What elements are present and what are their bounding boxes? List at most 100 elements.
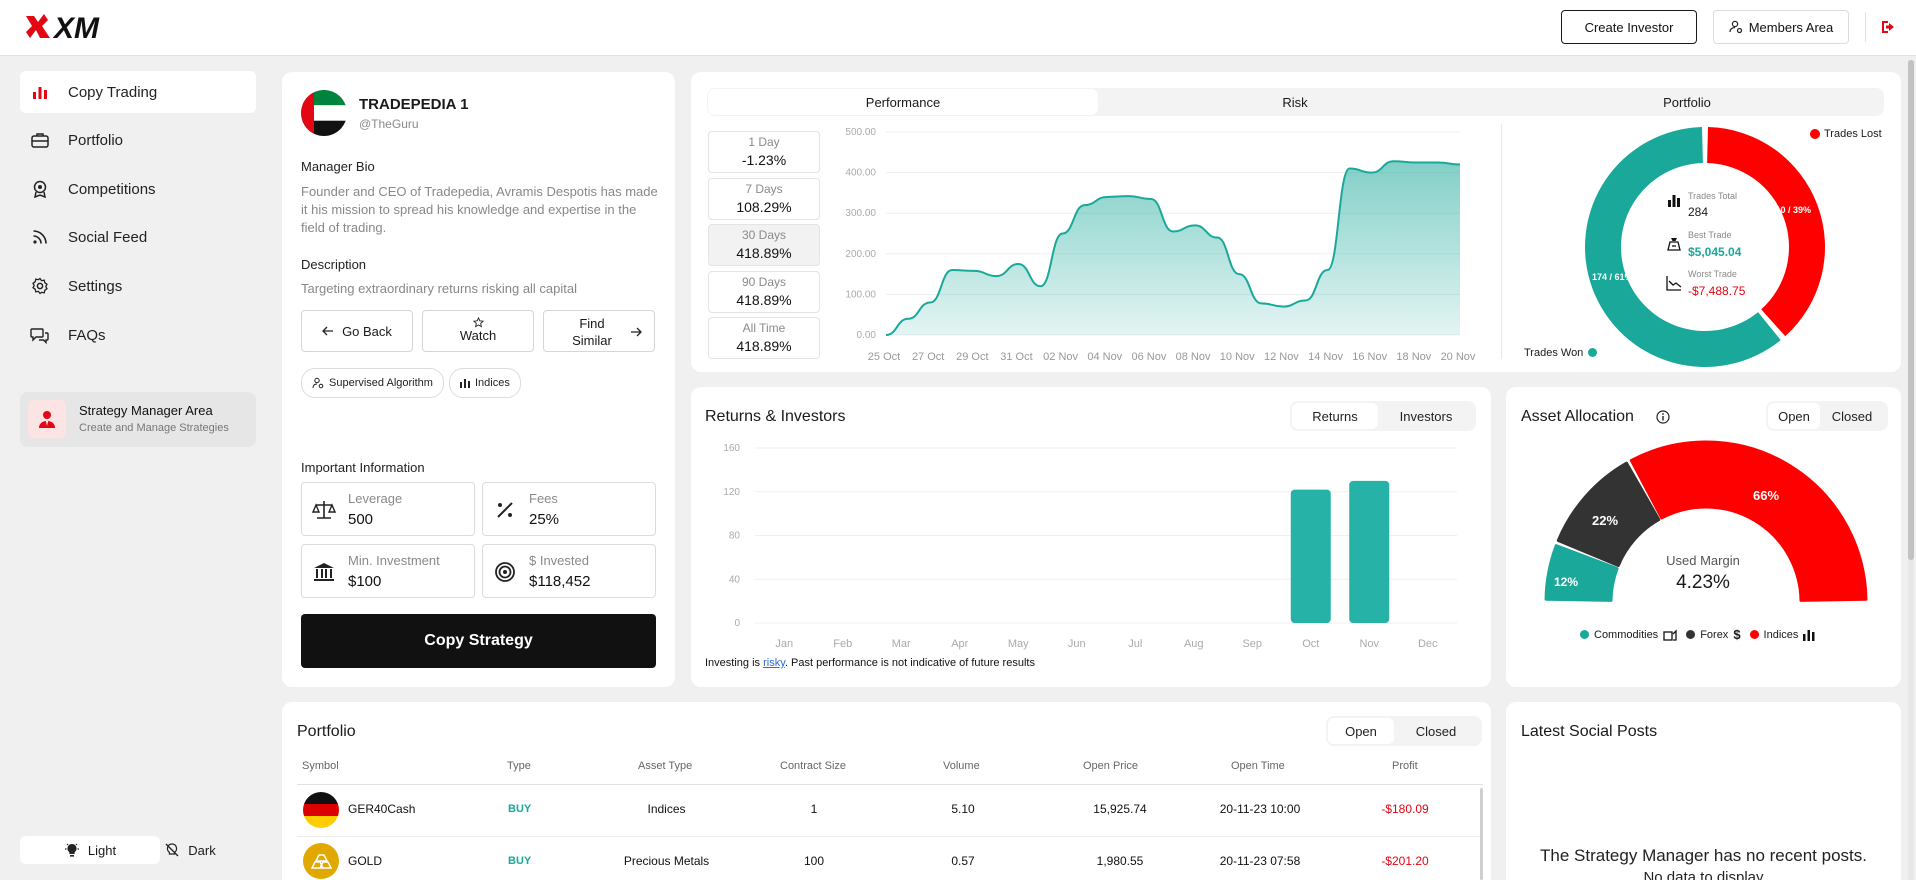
dark-label: Dark (188, 842, 216, 858)
sidebar-item-competitions[interactable]: Competitions (20, 168, 256, 210)
scale-icon (312, 498, 336, 522)
logout-icon[interactable] (1880, 18, 1898, 36)
column-header[interactable]: Open Price (1083, 760, 1138, 772)
column-header[interactable]: Contract Size (780, 760, 846, 772)
watch-button[interactable]: Watch (422, 310, 534, 352)
dark-theme-button[interactable]: Dark (140, 836, 240, 864)
column-header[interactable]: Symbol (302, 760, 339, 772)
bio-heading: Manager Bio (301, 159, 375, 174)
tab-closed[interactable]: Closed (1394, 718, 1478, 744)
allocation-legend: Commodities Forex $ Indices (1580, 627, 1815, 642)
tab-open[interactable]: Open (1768, 403, 1820, 429)
row-symbol: GOLD (348, 854, 383, 868)
y-tick-label: 120 (723, 487, 740, 498)
tab-portfolio[interactable]: Portfolio (1492, 89, 1882, 115)
percent-icon (493, 498, 517, 522)
row-contract-size: 100 (803, 854, 825, 868)
column-header[interactable]: Profit (1392, 760, 1418, 772)
legend-won-swatch (1588, 348, 1597, 357)
go-back-label: Go Back (342, 323, 392, 339)
tab-closed[interactable]: Closed (1820, 403, 1884, 429)
period-1-day[interactable]: 1 Day -1.23% (708, 131, 820, 173)
period-value: 418.89% (736, 292, 792, 308)
column-header[interactable]: Open Time (1231, 760, 1285, 772)
go-back-button[interactable]: Go Back (301, 310, 413, 352)
tab-open[interactable]: Open (1328, 718, 1394, 744)
period-label: 1 Day (748, 135, 780, 149)
period-all-time[interactable]: All Time 418.89% (708, 317, 820, 359)
y-tick-label: 160 (723, 443, 740, 454)
table-scrollbar[interactable] (1480, 788, 1483, 880)
row-open-price: 1,980.55 (1096, 854, 1144, 868)
fees-label: Fees (529, 491, 558, 506)
portfolio-toggle: Open Closed (1326, 716, 1482, 746)
find-similar-label-line2: Similar (572, 333, 612, 348)
row-open-time: 20-11-23 07:58 (1219, 854, 1301, 868)
period-label: All Time (742, 321, 786, 335)
sidebar-item-portfolio[interactable]: Portfolio (20, 119, 256, 161)
x-tick-label: 06 Nov (1131, 351, 1166, 363)
invested-label: $ Invested (529, 553, 589, 568)
period-label: 7 Days (745, 182, 783, 196)
members-area-button[interactable]: Members Area (1713, 10, 1849, 44)
y-tick-label: 40 (729, 574, 741, 585)
column-header[interactable]: Type (507, 760, 531, 772)
column-header[interactable]: Asset Type (638, 760, 692, 772)
user-settings-icon (1729, 20, 1743, 34)
bar-chart-icon (1667, 193, 1681, 207)
fees-value: 25% (529, 511, 560, 528)
tab-performance[interactable]: Performance (708, 89, 1098, 115)
sidebar-item-social-feed[interactable]: Social Feed (20, 216, 256, 258)
bar-chart-icon (460, 378, 470, 388)
info-icon[interactable] (1656, 410, 1670, 424)
x-tick-label: Jul (1128, 638, 1142, 650)
tab-investors[interactable]: Investors (1378, 403, 1474, 429)
disclaimer-text: Investing is (705, 657, 764, 669)
lost-slice-label: 110 / 39% (1771, 205, 1812, 215)
x-tick-label: 16 Nov (1352, 351, 1387, 363)
min-investment-box: Min. Investment $100 (301, 544, 475, 598)
period-value: 418.89% (736, 338, 792, 354)
tag-label: Indices (475, 377, 510, 389)
x-tick-label: 14 Nov (1308, 351, 1343, 363)
create-investor-button[interactable]: Create Investor (1561, 10, 1697, 44)
risky-link[interactable]: risky (763, 657, 785, 669)
row-open-time: 20-11-23 10:00 (1219, 802, 1301, 816)
won-slice-label: 174 / 61% (1592, 272, 1633, 282)
period-30-days[interactable]: 30 Days 418.89% (708, 224, 820, 266)
column-header[interactable]: Volume (943, 760, 980, 772)
legend-forex: Forex (1700, 628, 1729, 641)
award-icon (30, 179, 50, 199)
x-tick-label: Apr (951, 638, 968, 650)
period-label: 30 Days (741, 228, 787, 242)
returns-bar-chart: 160 120 80 40 0 Jan Feb Mar Apr May Jun Jul Aug Sep Oc… (723, 443, 1457, 650)
invested-value: $118,452 (529, 573, 591, 590)
y-tick-label: 400.00 (845, 168, 876, 179)
light-theme-button[interactable]: Light (20, 836, 160, 864)
leverage-label: Leverage (348, 491, 403, 506)
tab-returns[interactable]: Returns (1292, 403, 1378, 429)
x-tick-label: Feb (833, 638, 852, 650)
best-trade-label: Best Trade (1688, 230, 1732, 240)
tab-risk[interactable]: Risk (1100, 89, 1490, 115)
legend-indices-swatch (1749, 630, 1759, 639)
sidebar-item-settings[interactable]: Settings (20, 265, 256, 307)
period-90-days[interactable]: 90 Days 418.89% (708, 271, 820, 313)
row-asset-type: Precious Metals (623, 854, 710, 868)
sidebar-item-copy-trading[interactable]: Copy Trading (20, 71, 256, 113)
returns-toggle: Returns Investors (1290, 401, 1476, 431)
no-posts-message: The Strategy Manager has no recent posts… (1540, 846, 1867, 865)
sidebar-item-label: Portfolio (68, 131, 124, 149)
copy-strategy-button[interactable]: Copy Strategy (301, 614, 656, 668)
commodities-slice-label: 12% (1554, 575, 1579, 589)
x-tick-label: 20 Nov (1441, 351, 1476, 363)
find-similar-button[interactable]: Find Similar (543, 310, 655, 352)
row-type: BUY (508, 855, 532, 867)
period-7-days[interactable]: 7 Days 108.29% (708, 178, 820, 220)
xm-logo[interactable]: XM (24, 10, 134, 44)
sidebar-item-faqs[interactable]: FAQs (20, 314, 256, 356)
x-tick-label: Mar (892, 638, 911, 650)
strategy-manager-area[interactable]: Strategy Manager Area Create and Manage … (20, 392, 256, 447)
page-scrollbar-thumb[interactable] (1908, 60, 1914, 560)
divider (1865, 12, 1866, 42)
